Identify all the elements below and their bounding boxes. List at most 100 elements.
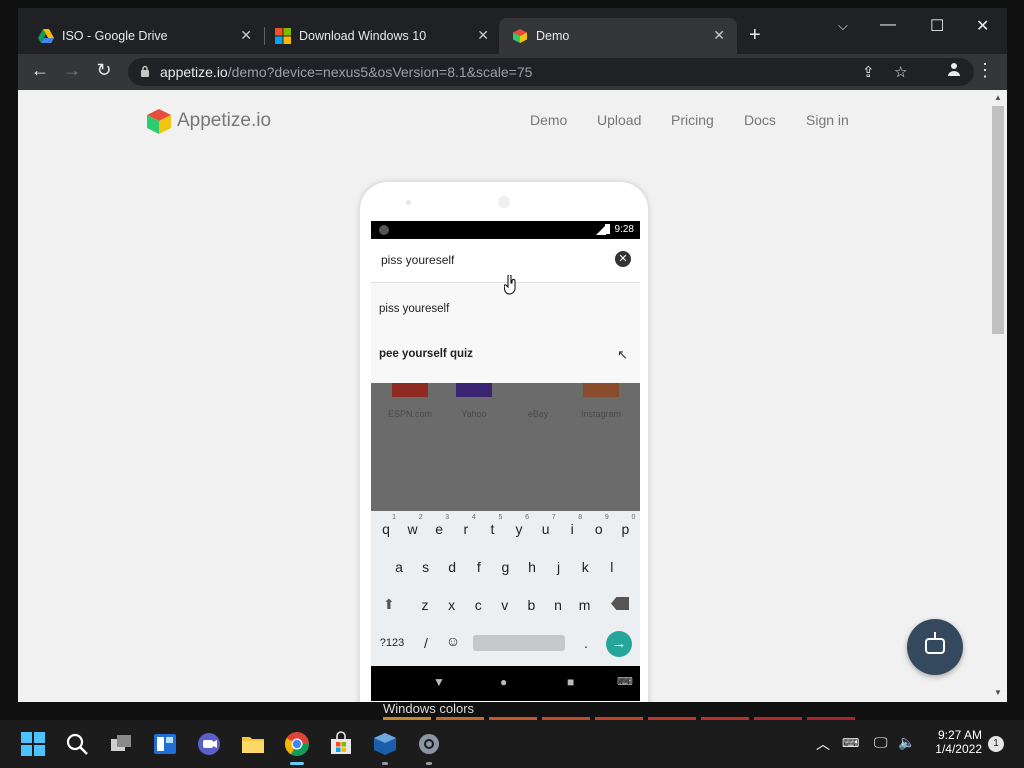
period-key[interactable]: . [574,635,598,651]
forward-button[interactable]: → [60,60,84,81]
key-l[interactable]: l [600,559,624,575]
symbols-key[interactable]: ?123 [377,637,407,649]
page-scrollbar[interactable]: ▲ ▼ [989,90,1007,702]
minimize-button[interactable]: — [880,16,896,34]
chrome-taskbar-icon[interactable] [284,731,310,765]
nav-home-icon[interactable]: ● [500,675,507,689]
key-i[interactable]: i8 [560,514,584,537]
task-view-icon[interactable] [108,731,134,757]
close-window-button[interactable]: ✕ [976,16,989,36]
key-s[interactable]: s [414,559,438,575]
tab-google-drive[interactable]: ISO - Google Drive ✕ [18,18,264,54]
desktop: ISO - Google Drive ✕ Download Windows 10… [0,0,1024,768]
front-sensor [406,200,411,205]
clock-date: 1/4/2022 [935,742,982,756]
scroll-down-icon[interactable]: ▼ [994,688,1002,697]
backspace-key-icon[interactable] [611,597,629,610]
nav-docs[interactable]: Docs [744,112,776,128]
scroll-up-icon[interactable]: ▲ [994,93,1002,102]
nav-demo[interactable]: Demo [530,112,567,128]
notification-badge[interactable]: 1 [988,736,1004,752]
close-tab-icon[interactable]: ✕ [713,27,725,44]
search-icon[interactable] [64,731,90,757]
microsoft-store-icon[interactable] [328,731,354,757]
slash-key[interactable]: / [414,635,438,651]
key-z[interactable]: z [413,597,437,613]
scroll-thumb[interactable] [992,106,1004,334]
bookmark-star-icon[interactable]: ☆ [894,63,907,81]
appetize-cube-icon [147,109,171,134]
file-explorer-icon[interactable] [240,731,266,757]
key-o[interactable]: o9 [587,514,611,537]
enter-key-icon[interactable]: → [606,631,632,657]
suggestion-item[interactable]: piss youreself [379,303,449,315]
key-t[interactable]: t5 [480,514,504,537]
help-bot-button[interactable] [907,619,963,675]
settings-gear-icon[interactable] [416,731,442,765]
key-v[interactable]: v [493,597,517,613]
virtualbox-icon[interactable] [372,731,398,765]
fill-query-arrow-icon[interactable]: ↖ [617,347,628,363]
key-x[interactable]: x [440,597,464,613]
shift-key-icon[interactable]: ⬆ [383,596,395,613]
notification-dot-icon [379,225,389,235]
start-button-icon[interactable] [20,731,46,757]
system-clock[interactable]: 9:27 AM 1/4/2022 [926,728,982,756]
tab-demo[interactable]: Demo ✕ [499,18,737,54]
close-tab-icon[interactable]: ✕ [240,27,252,44]
nav-upload[interactable]: Upload [597,112,641,128]
back-button[interactable]: ← [28,60,52,81]
key-d[interactable]: d [440,559,464,575]
volume-icon[interactable]: 🔈 [898,734,915,751]
key-q[interactable]: q1 [374,514,398,537]
key-f[interactable]: f [467,559,491,575]
nav-back-icon[interactable]: ▼ [433,675,445,689]
key-u[interactable]: u7 [534,514,558,537]
reload-button[interactable]: ↻ [92,60,116,81]
teams-chat-icon[interactable] [196,731,222,757]
key-k[interactable]: k [573,559,597,575]
key-w[interactable]: w2 [401,514,425,537]
suggestion-item[interactable]: pee yourself quiz [379,348,473,360]
tile-yahoo[interactable]: Yahoo [446,383,502,419]
tile-instagram[interactable]: Instagram [573,383,629,419]
tile-ebay[interactable]: eBay [510,383,566,419]
tab-search-chevron-icon[interactable]: ⌵ [838,18,848,34]
key-c[interactable]: c [466,597,490,613]
close-tab-icon[interactable]: ✕ [477,27,489,44]
key-g[interactable]: g [493,559,517,575]
microsoft-logo-icon [275,28,291,44]
key-m[interactable]: m [573,597,597,613]
key-p[interactable]: p0 [613,514,637,537]
tab-download-windows[interactable]: Download Windows 10 ✕ [255,18,501,54]
emoji-key-icon[interactable]: ☺ [441,633,465,649]
key-h[interactable]: h [520,559,544,575]
nav-sign-in[interactable]: Sign in [806,112,849,128]
key-y[interactable]: y6 [507,514,531,537]
widgets-icon[interactable] [152,731,178,757]
nav-pricing[interactable]: Pricing [671,112,714,128]
key-j[interactable]: j [547,559,571,575]
menu-icon[interactable]: ⋮ [973,60,997,81]
clear-search-icon[interactable]: ✕ [615,251,631,267]
profile-icon[interactable] [942,60,966,81]
maximize-button[interactable]: ☐ [930,16,944,36]
nav-recents-icon[interactable]: ■ [567,675,574,689]
space-key[interactable] [473,635,565,651]
key-n[interactable]: n [546,597,570,613]
tab-label: Download Windows 10 [299,29,427,43]
new-tab-button[interactable]: + [749,24,761,47]
appetize-logo[interactable]: Appetize.io [145,107,271,135]
brand-name: Appetize.io [177,110,272,131]
key-e[interactable]: e3 [427,514,451,537]
key-b[interactable]: b [519,597,543,613]
key-a[interactable]: a [387,559,411,575]
key-r[interactable]: r4 [454,514,478,537]
share-icon[interactable]: ⇪ [862,63,875,81]
network-icon[interactable]: 🖵 [874,734,888,751]
keyboard-tray-icon[interactable]: ⌨ [842,736,859,750]
show-hidden-icons-chevron-icon[interactable]: ︿ [816,734,830,754]
address-bar[interactable]: appetize.io/demo?device=nexus5&osVersion… [128,58,974,86]
tile-espn[interactable]: ESPN.com [382,383,438,419]
nav-keyboard-icon[interactable]: ⌨ [617,675,633,688]
